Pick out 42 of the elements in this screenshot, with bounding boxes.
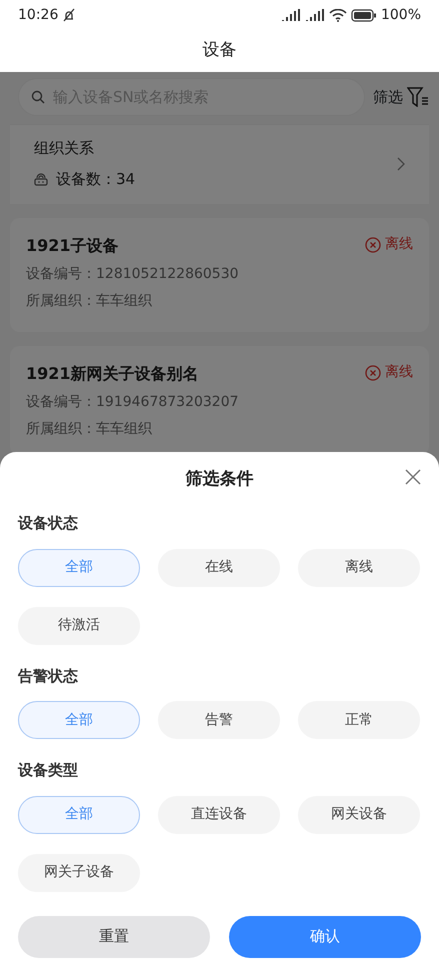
bell-muted-icon	[62, 8, 76, 22]
filter-icon	[407, 87, 429, 107]
sheet-title: 筛选条件	[186, 468, 254, 492]
close-button[interactable]	[405, 469, 421, 485]
wifi-icon	[328, 8, 347, 22]
search-icon	[31, 90, 45, 104]
battery-level: 100%	[380, 6, 421, 24]
reset-button[interactable]: 重置	[18, 916, 210, 958]
router-icon	[34, 172, 48, 186]
section-label: 告警状态	[18, 666, 79, 686]
device-count: 设备数：34	[56, 168, 136, 190]
filter-chip[interactable]: 网关设备	[298, 796, 420, 834]
device-card[interactable]: 1921子设备 离线 设备编号：1281052122860530 所属组织：车车组织	[10, 218, 429, 332]
device-name: 1921子设备	[26, 235, 119, 257]
org-card[interactable]: 组织关系 设备数：34	[10, 124, 429, 204]
device-serial: 设备编号：1281052122860530	[26, 265, 240, 284]
filter-chip[interactable]: 待激活	[18, 606, 140, 644]
confirm-button[interactable]: 确认	[229, 916, 421, 958]
device-status: 离线	[385, 363, 413, 382]
device-status: 离线	[385, 235, 413, 254]
filter-chip[interactable]: 正常	[298, 701, 420, 739]
filter-chip[interactable]: 告警	[158, 701, 280, 739]
x-circle-icon	[365, 236, 381, 252]
filter-chip[interactable]: 网关子设备	[18, 854, 140, 892]
x-circle-icon	[365, 364, 381, 380]
signal-icon	[304, 9, 325, 21]
filter-chip[interactable]: 直连设备	[158, 796, 280, 834]
device-org: 所属组织：车车组织	[26, 292, 153, 311]
page-title: 设备	[202, 39, 236, 62]
battery-icon	[350, 8, 377, 22]
section-label: 设备类型	[18, 760, 79, 781]
device-name: 1921新网关子设备别名	[26, 363, 199, 385]
filter-chip[interactable]: 在线	[158, 548, 280, 586]
filter-button[interactable]: 筛选	[373, 86, 429, 108]
section-label: 设备状态	[18, 513, 79, 534]
org-title: 组织关系	[34, 138, 95, 159]
device-org: 所属组织：车车组织	[26, 420, 153, 439]
signal-icon	[280, 9, 301, 21]
filter-chip[interactable]: 离线	[298, 548, 420, 586]
device-serial: 设备编号：1919467873203207	[26, 393, 240, 412]
chevron-right-icon	[397, 156, 405, 170]
status-time: 10:26	[18, 6, 58, 24]
